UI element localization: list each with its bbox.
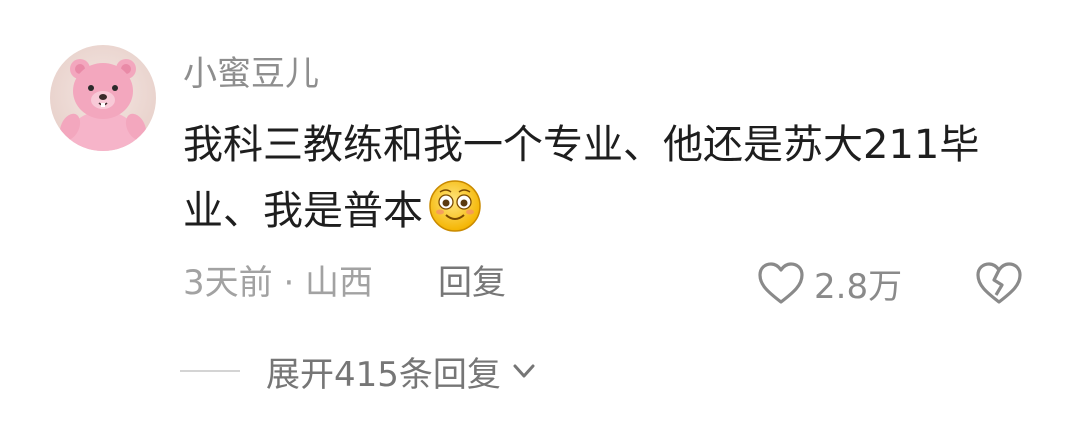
- reply-button[interactable]: 回复: [438, 258, 506, 308]
- like-count: 2.8万: [814, 266, 903, 307]
- expand-replies-label: 展开415条回复: [266, 354, 501, 395]
- divider: [180, 370, 240, 372]
- chevron-down-icon: [513, 364, 535, 378]
- comment-meta: 3天前 · 山西: [183, 263, 374, 303]
- username[interactable]: 小蜜豆儿: [183, 52, 319, 96]
- bear-avatar-icon: [59, 59, 147, 151]
- avatar[interactable]: [50, 45, 156, 151]
- heart-icon: [758, 262, 804, 304]
- comment-text: 我科三教练和我一个专业、他还是苏大211毕业、我是普本: [183, 112, 1043, 244]
- broken-heart-icon[interactable]: [974, 260, 1024, 306]
- comment-body: 我科三教练和我一个专业、他还是苏大211毕业、我是普本: [183, 122, 980, 234]
- expand-replies-button[interactable]: 展开415条回复: [180, 346, 539, 396]
- like-button[interactable]: 2.8万: [756, 258, 902, 308]
- smiling-face-emoji-icon: [429, 180, 481, 232]
